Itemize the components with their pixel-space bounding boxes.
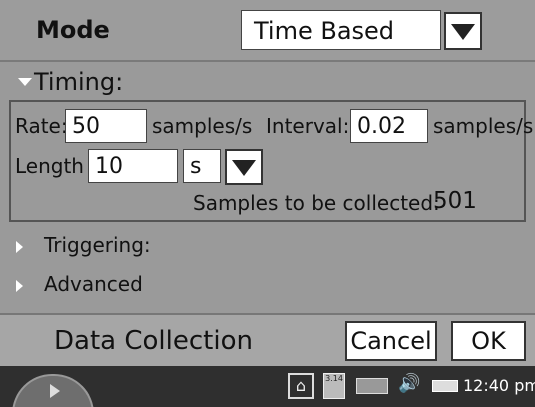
- rate-unit: samples/s: [152, 114, 253, 138]
- mode-select[interactable]: Time Based: [241, 10, 441, 50]
- chevron-down-icon: [451, 24, 475, 40]
- timing-section-header[interactable]: Timing:: [0, 64, 535, 98]
- data-collection-screen: Mode Time Based Timing: Rate: 50 samples…: [0, 0, 535, 407]
- taskbar: ⌂ 3.14 🔊 12:40 pm: [0, 366, 535, 407]
- length-unit-select[interactable]: s: [183, 149, 221, 183]
- rate-input[interactable]: 50: [65, 109, 147, 143]
- rate-label: Rate:: [15, 114, 68, 138]
- dialog-title: Data Collection: [54, 326, 253, 356]
- mode-dropdown-button[interactable]: [444, 12, 482, 50]
- clock: 12:40 pm: [463, 376, 535, 395]
- mode-label: Mode: [36, 16, 110, 44]
- length-unit-dropdown-button[interactable]: [225, 149, 263, 185]
- calculator-icon[interactable]: 3.14: [323, 373, 345, 399]
- collapsed-arrow-icon: [16, 280, 23, 292]
- home-icon[interactable]: ⌂: [288, 373, 314, 399]
- triggering-section-header[interactable]: Triggering:: [0, 228, 535, 264]
- interval-label: Interval:: [266, 114, 350, 138]
- triggering-label: Triggering:: [44, 233, 151, 257]
- advanced-section-header[interactable]: Advanced: [0, 267, 535, 303]
- start-button[interactable]: [12, 374, 94, 407]
- speaker-icon[interactable]: 🔊: [398, 373, 424, 399]
- cancel-button[interactable]: Cancel: [345, 321, 437, 361]
- ok-button[interactable]: OK: [451, 321, 526, 361]
- timing-header-label: Timing:: [34, 68, 124, 96]
- battery-icon[interactable]: [432, 380, 458, 392]
- interval-input[interactable]: 0.02: [350, 109, 428, 143]
- collapsed-arrow-icon: [16, 241, 23, 253]
- mode-row: Mode Time Based: [0, 0, 535, 62]
- chevron-down-icon: [232, 160, 256, 176]
- length-label: Length: [15, 154, 84, 178]
- expanded-arrow-icon: [18, 78, 32, 86]
- dialog-footer: Data Collection Cancel OK: [0, 313, 535, 368]
- interval-unit: samples/s: [433, 114, 534, 138]
- keyboard-icon[interactable]: [356, 378, 388, 394]
- timing-panel: Rate: 50 samples/s Interval: 0.02 sample…: [9, 100, 533, 222]
- samples-value: 501: [433, 188, 477, 214]
- length-input[interactable]: 10: [88, 149, 178, 183]
- play-triangle-icon: [50, 384, 60, 398]
- advanced-label: Advanced: [44, 272, 143, 296]
- samples-label: Samples to be collected:: [193, 191, 440, 215]
